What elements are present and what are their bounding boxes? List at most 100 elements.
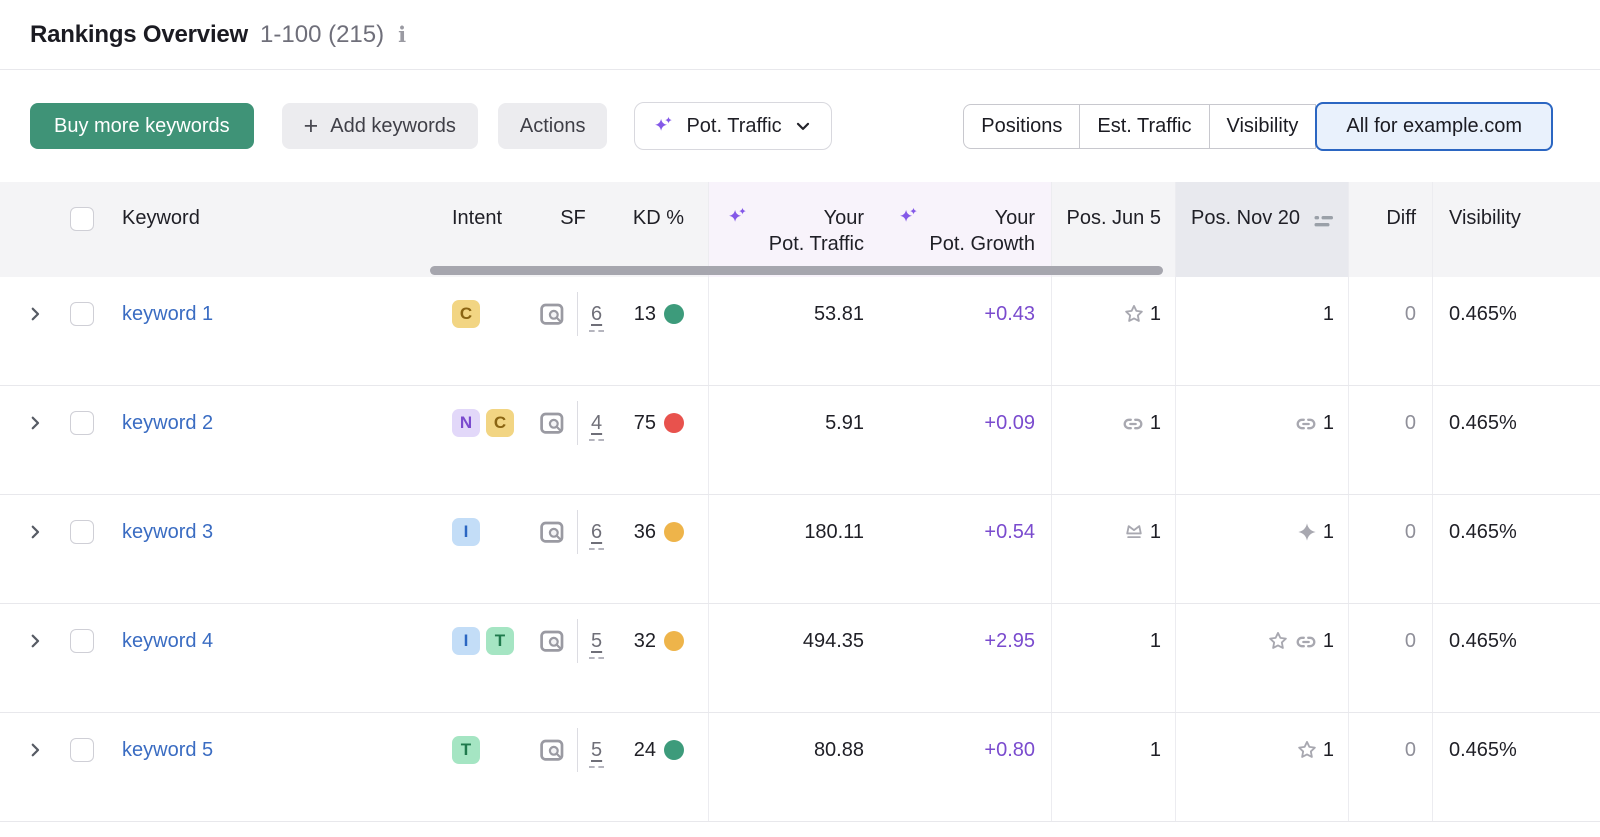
kd-value: 13 — [634, 300, 656, 328]
visibility-value: 0.465% — [1432, 495, 1600, 603]
add-keywords-button[interactable]: + Add keywords — [282, 103, 478, 149]
select-all-checkbox[interactable] — [70, 207, 94, 231]
row-checkbox[interactable] — [70, 520, 94, 544]
keyword-link[interactable]: keyword 5 — [122, 736, 213, 764]
pos-new-column-header[interactable]: Pos. Nov 20 — [1175, 182, 1348, 277]
keyword-link[interactable]: keyword 4 — [122, 627, 213, 655]
diff-value: 0 — [1405, 736, 1416, 764]
sparkles-icon — [727, 206, 749, 228]
tab-positions[interactable]: Positions — [963, 104, 1080, 149]
tab-est-traffic[interactable]: Est. Traffic — [1080, 104, 1209, 149]
diff-value: 0 — [1405, 518, 1416, 546]
pos-new-value: 1 — [1323, 409, 1334, 437]
keyword-link[interactable]: keyword 3 — [122, 518, 213, 546]
table-header: Keyword Intent SF KD % YourPot. Traffic … — [0, 182, 1600, 277]
table-row: keyword 4 IT 5 32 494.35 +2.95 1 1 0 0.4… — [0, 604, 1600, 713]
visibility-value: 0.465% — [1432, 604, 1600, 712]
sf-count[interactable]: 4 — [589, 409, 604, 441]
chevron-right-icon[interactable] — [26, 414, 44, 432]
pot-traffic-value: 80.88 — [708, 713, 880, 821]
pos-old-value: 1 — [1150, 736, 1161, 764]
intent-badge-informational: I — [452, 627, 480, 655]
metric-dropdown[interactable]: Pot. Traffic — [634, 102, 831, 150]
pos-new-value: 1 — [1323, 627, 1334, 655]
pot-growth-column-header: YourPot. Growth — [880, 182, 1051, 277]
row-checkbox[interactable] — [70, 302, 94, 326]
pos-old-column-header[interactable]: Pos. Jun 5 — [1051, 182, 1175, 277]
rankings-overview-page: Rankings Overview 1-100 (215) i Buy more… — [0, 0, 1600, 837]
actions-button[interactable]: Actions — [498, 103, 608, 149]
keyword-column-header: Keyword — [94, 182, 452, 277]
visibility-value: 0.465% — [1432, 386, 1600, 494]
intent-badge-commercial: C — [486, 409, 514, 437]
horizontal-scrollbar[interactable] — [430, 266, 1163, 275]
four-lobe-icon — [1296, 521, 1318, 543]
kd-dot — [664, 304, 684, 324]
serp-features-icon[interactable] — [538, 627, 566, 663]
kd-value: 24 — [634, 736, 656, 764]
toolbar: Buy more keywords + Add keywords Actions… — [0, 70, 1600, 182]
pot-growth-value: +2.95 — [984, 627, 1035, 655]
chevron-down-icon — [793, 116, 813, 136]
sf-count[interactable]: 6 — [589, 300, 604, 332]
intent-column-header: Intent — [452, 182, 538, 277]
diff-column-header: Diff — [1348, 182, 1432, 277]
visibility-value: 0.465% — [1432, 713, 1600, 821]
pot-growth-value: +0.80 — [984, 736, 1035, 764]
pot-traffic-value: 494.35 — [708, 604, 880, 712]
tab-visibility[interactable]: Visibility — [1210, 104, 1317, 149]
intent-badge-navigational: N — [452, 409, 480, 437]
chevron-right-icon[interactable] — [26, 523, 44, 541]
star-icon — [1123, 303, 1145, 325]
pot-growth-value: +0.43 — [984, 300, 1035, 328]
serp-features-icon[interactable] — [538, 518, 566, 554]
keyword-link[interactable]: keyword 1 — [122, 300, 213, 328]
chevron-right-icon[interactable] — [26, 632, 44, 650]
kd-dot — [664, 413, 684, 433]
page-title: Rankings Overview — [30, 21, 248, 49]
view-switcher: Positions Est. Traffic Visibility All fo… — [963, 102, 1553, 151]
title-bar: Rankings Overview 1-100 (215) i — [0, 0, 1600, 70]
pot-growth-value: +0.09 — [984, 409, 1035, 437]
kd-value: 75 — [634, 409, 656, 437]
pos-old-value: 1 — [1150, 518, 1161, 546]
diff-value: 0 — [1405, 409, 1416, 437]
sf-count[interactable]: 6 — [589, 518, 604, 550]
sf-column-header: SF — [538, 182, 608, 277]
intent-badge-transactional: T — [486, 627, 514, 655]
pot-traffic-column-header: YourPot. Traffic — [708, 182, 880, 277]
pos-new-value: 1 — [1323, 736, 1334, 764]
keyword-link[interactable]: keyword 2 — [122, 409, 213, 437]
pot-growth-value: +0.54 — [984, 518, 1035, 546]
intent-badge-transactional: T — [452, 736, 480, 764]
metric-dropdown-value: Pot. Traffic — [686, 115, 781, 138]
serp-features-icon[interactable] — [538, 300, 566, 336]
chevron-right-icon[interactable] — [26, 305, 44, 323]
pot-traffic-value: 5.91 — [708, 386, 880, 494]
buy-more-keywords-button[interactable]: Buy more keywords — [30, 103, 254, 149]
sf-count[interactable]: 5 — [589, 627, 604, 659]
diff-value: 0 — [1405, 627, 1416, 655]
serp-features-icon[interactable] — [538, 736, 566, 772]
star-icon — [1296, 739, 1318, 761]
sort-icon[interactable] — [1314, 210, 1334, 236]
chevron-right-icon[interactable] — [26, 741, 44, 759]
pos-new-value: 1 — [1323, 300, 1334, 328]
sf-count[interactable]: 5 — [589, 736, 604, 768]
select-all-cell — [44, 182, 94, 277]
row-checkbox[interactable] — [70, 738, 94, 762]
info-icon[interactable]: i — [398, 22, 406, 47]
plus-icon: + — [304, 114, 319, 139]
serp-features-icon[interactable] — [538, 409, 566, 445]
intent-badge-commercial: C — [452, 300, 480, 328]
star-icon — [1267, 630, 1289, 652]
row-checkbox[interactable] — [70, 629, 94, 653]
tab-all-for-domain[interactable]: All for example.com — [1315, 102, 1553, 151]
sparkles-icon — [898, 206, 920, 228]
expander-column-header — [0, 182, 44, 277]
pot-traffic-value: 180.11 — [708, 495, 880, 603]
pos-old-value: 1 — [1150, 300, 1161, 328]
pot-traffic-value: 53.81 — [708, 277, 880, 385]
kd-dot — [664, 740, 684, 760]
row-checkbox[interactable] — [70, 411, 94, 435]
